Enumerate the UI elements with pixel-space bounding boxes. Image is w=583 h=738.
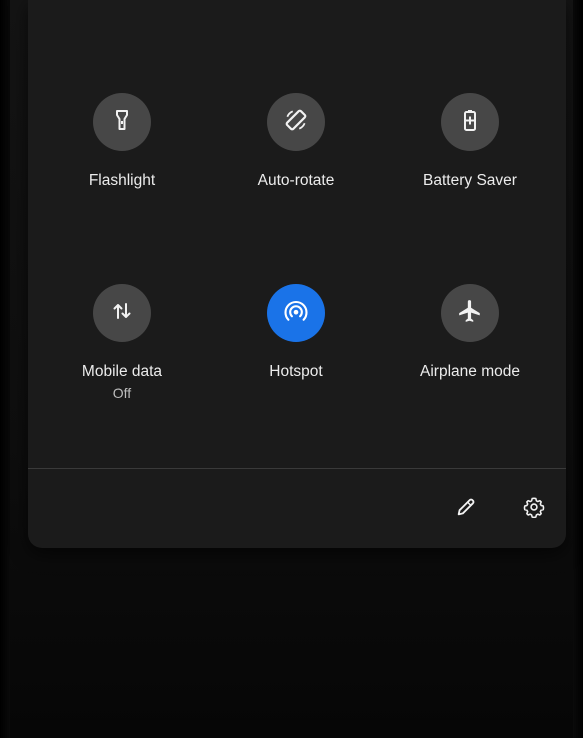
airplane-mode-button[interactable] — [441, 284, 499, 342]
tile-sublabel-mobile-data: Off — [112, 385, 132, 401]
tile-battery-saver[interactable]: Battery Saver — [395, 93, 545, 191]
quick-settings-panel: Flashlight Auto-rotate Battery Saver Mob… — [28, 0, 566, 548]
tile-hotspot[interactable]: Hotspot — [221, 284, 371, 382]
tile-label-hotspot: Hotspot — [269, 363, 323, 380]
flashlight-icon — [110, 108, 134, 137]
auto-rotate-icon — [283, 107, 309, 138]
hotspot-button[interactable] — [267, 284, 325, 342]
airplane-icon — [457, 298, 483, 329]
mobile-data-icon — [110, 299, 134, 328]
settings-button[interactable] — [517, 492, 551, 526]
gear-icon — [523, 496, 545, 523]
tile-airplane-mode[interactable]: Airplane mode — [395, 284, 545, 382]
bezel-right — [573, 0, 583, 738]
edit-button[interactable] — [449, 492, 483, 526]
tile-label-battery-saver: Battery Saver — [423, 172, 517, 189]
tile-label-auto-rotate: Auto-rotate — [257, 172, 335, 189]
hotspot-icon — [282, 297, 310, 330]
auto-rotate-button[interactable] — [267, 93, 325, 151]
tile-auto-rotate[interactable]: Auto-rotate — [221, 93, 371, 191]
pencil-icon — [455, 496, 477, 523]
flashlight-button[interactable] — [93, 93, 151, 151]
mobile-data-button[interactable] — [93, 284, 151, 342]
battery-saver-button[interactable] — [441, 93, 499, 151]
tile-label-airplane-mode: Airplane mode — [420, 363, 520, 380]
tile-label-flashlight: Flashlight — [88, 172, 156, 189]
bezel-left — [0, 0, 10, 738]
tile-mobile-data[interactable]: Mobile data Off — [47, 284, 197, 402]
tile-flashlight[interactable]: Flashlight — [47, 93, 197, 191]
battery-saver-icon — [458, 108, 482, 137]
tile-label-mobile-data: Mobile data — [81, 363, 163, 380]
screen: Flashlight Auto-rotate Battery Saver Mob… — [0, 0, 583, 738]
divider — [28, 468, 566, 469]
